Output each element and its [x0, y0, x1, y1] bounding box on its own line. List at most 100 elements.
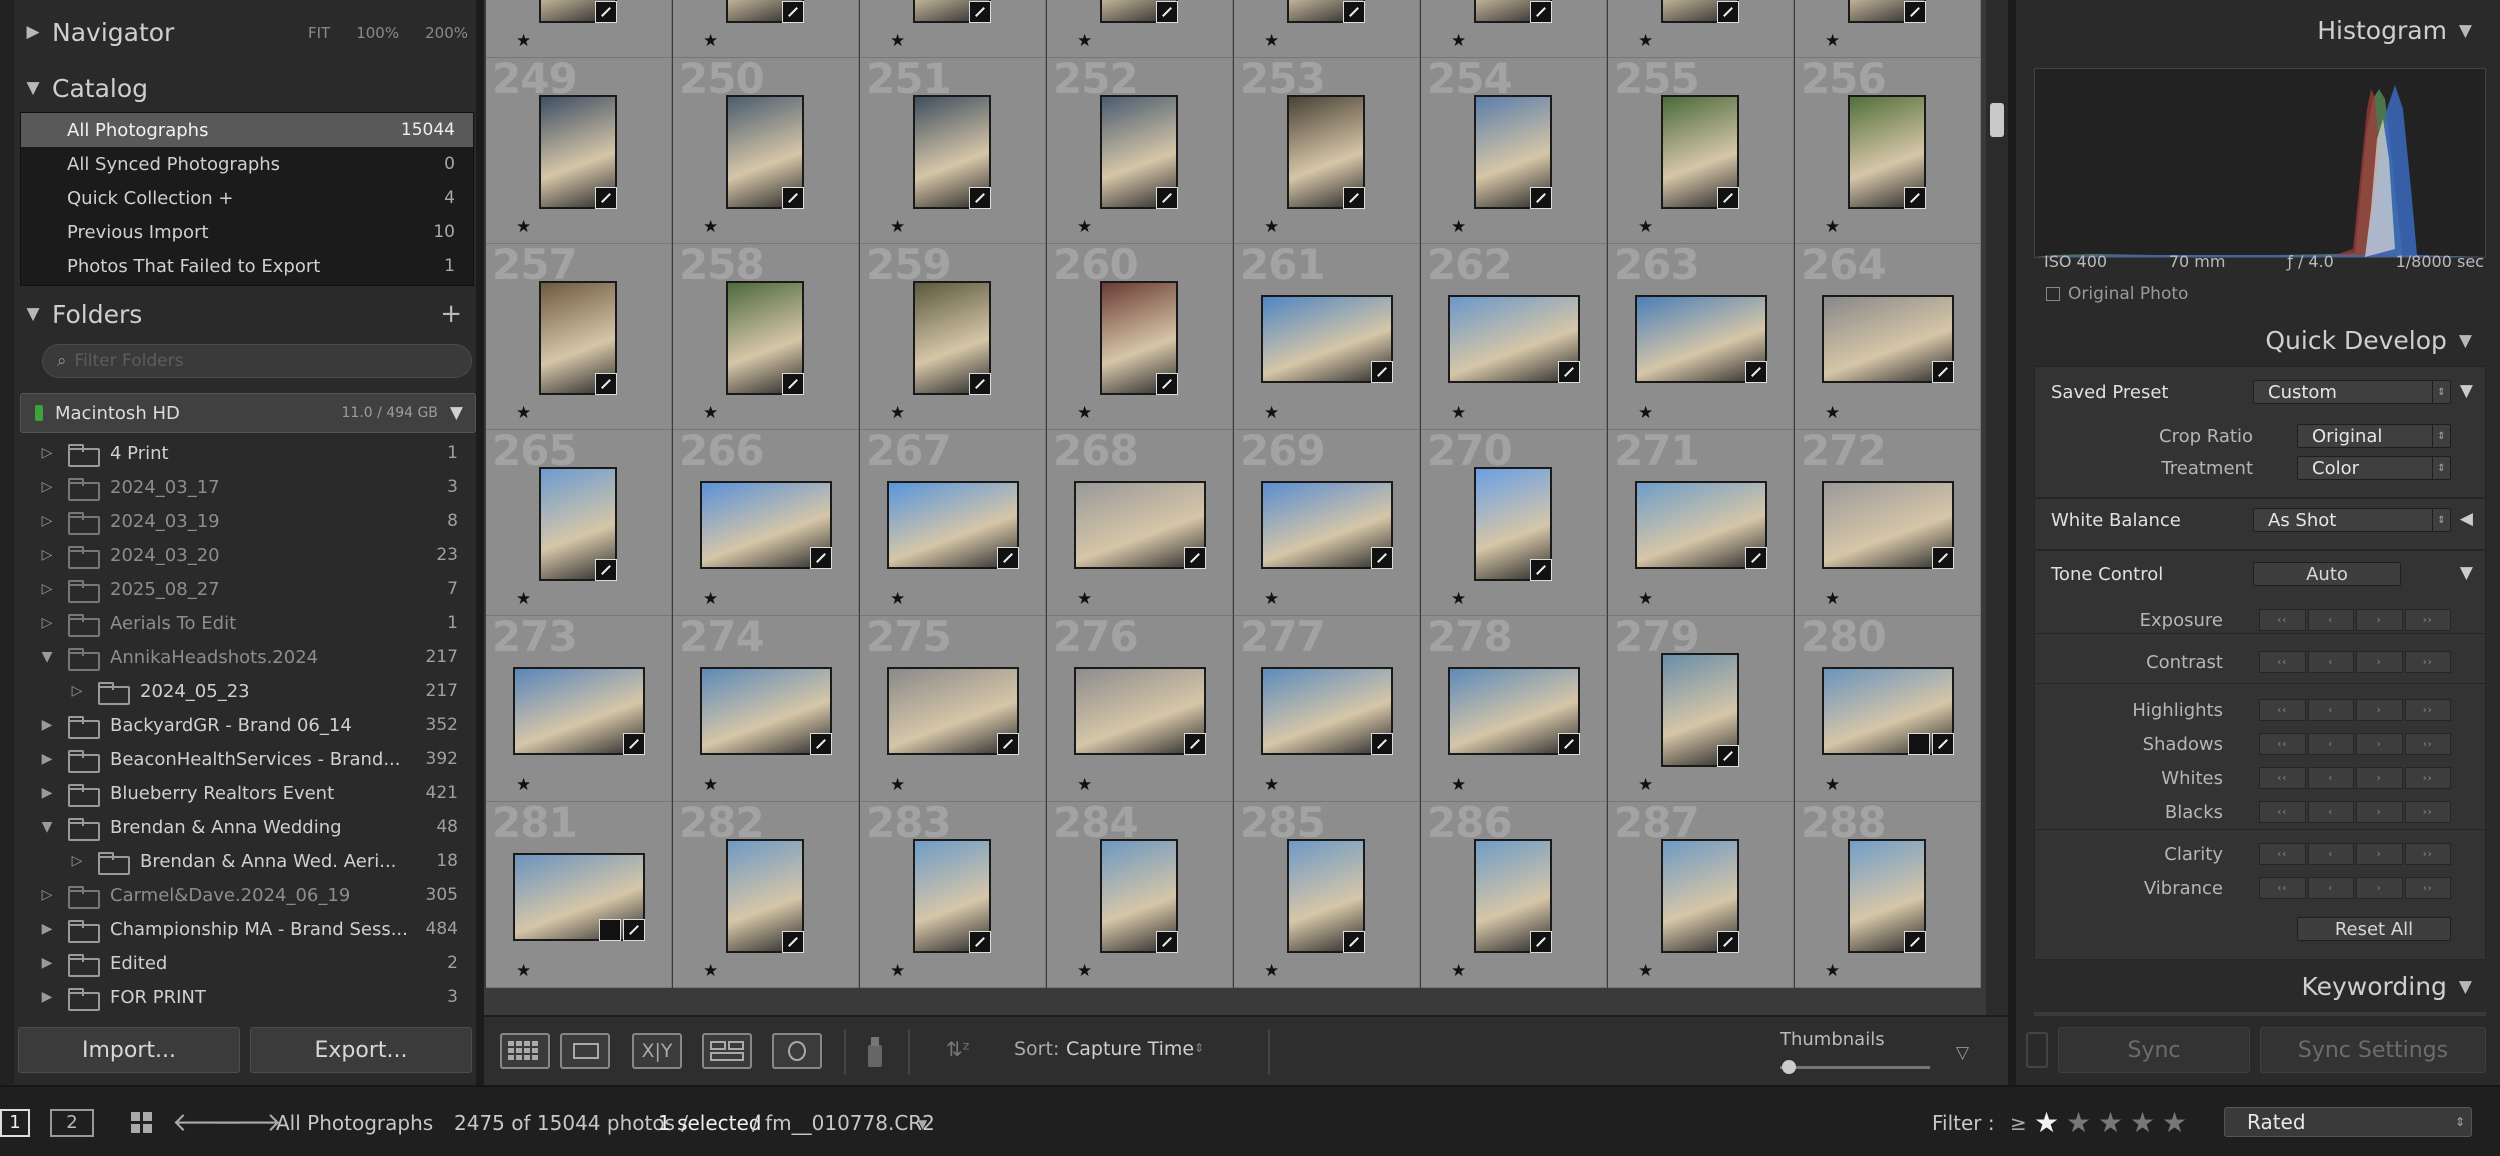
edited-badge-icon[interactable] [969, 187, 991, 209]
star-rating-icon[interactable]: ★ [1825, 961, 1840, 981]
tone-stepper[interactable]: ‹‹ ‹ › ›› [2259, 877, 2453, 899]
photo-thumbnail[interactable] [1074, 481, 1206, 569]
filter-star-5-icon[interactable]: ★ [2162, 1106, 2187, 1139]
photo-cell[interactable]: 281 ★ [486, 802, 672, 988]
edited-badge-icon[interactable] [1530, 187, 1552, 209]
photo-cell[interactable]: 274 ★ [673, 616, 859, 802]
filter-star-4-icon[interactable]: ★ [2130, 1106, 2155, 1139]
edited-badge-icon[interactable] [1717, 1, 1739, 23]
photo-thumbnail[interactable] [700, 481, 832, 569]
photo-cell[interactable]: 260 ★ [1047, 244, 1233, 430]
photo-thumbnail[interactable] [1474, 95, 1552, 209]
tone-stepper[interactable]: ‹‹ ‹ › ›› [2259, 843, 2453, 865]
decrease-small-icon[interactable]: ‹ [2307, 801, 2354, 823]
star-rating-icon[interactable]: ★ [1077, 961, 1092, 981]
decrease-large-icon[interactable]: ‹‹ [2259, 767, 2306, 789]
primary-display-button[interactable]: 1 [0, 1109, 30, 1137]
edited-badge-icon[interactable] [782, 931, 804, 953]
edited-badge-icon[interactable] [1717, 187, 1739, 209]
disclosure-triangle-icon[interactable]: ▷ [40, 887, 54, 903]
edited-badge-icon[interactable] [1717, 745, 1739, 767]
edited-badge-icon[interactable] [1558, 361, 1580, 383]
star-rating-icon[interactable]: ★ [516, 961, 531, 981]
star-rating-icon[interactable]: ★ [890, 217, 905, 237]
folder-row[interactable]: ▶ Edited 2 [14, 946, 476, 980]
star-rating-icon[interactable]: ★ [1077, 775, 1092, 795]
increase-large-icon[interactable]: ›› [2404, 609, 2451, 631]
photo-thumbnail[interactable] [1100, 0, 1178, 23]
edited-badge-icon[interactable] [782, 1, 804, 23]
expand-triangle-icon[interactable]: ▼ [14, 78, 52, 98]
folder-row[interactable]: ▷ 2024_03_20 23 [14, 538, 476, 572]
filter-star-3-icon[interactable]: ★ [2098, 1106, 2123, 1139]
photo-cell[interactable]: ★ [673, 0, 859, 58]
star-rating-icon[interactable]: ★ [1638, 403, 1653, 423]
disclosure-triangle-icon[interactable]: ▷ [40, 445, 54, 461]
edited-badge-icon[interactable] [1156, 373, 1178, 395]
increase-large-icon[interactable]: ›› [2404, 733, 2451, 755]
edited-badge-icon[interactable] [623, 919, 645, 941]
edited-badge-icon[interactable] [1530, 1, 1552, 23]
sort-chevron-icon[interactable]: ⇕ [1194, 1041, 1204, 1055]
photo-cell[interactable]: 278 ★ [1421, 616, 1607, 802]
loupe-view-icon[interactable] [560, 1033, 610, 1069]
toolbar-options-icon[interactable]: ▽ [1956, 1043, 1969, 1063]
photo-thumbnail[interactable] [1100, 95, 1178, 209]
photo-cell[interactable]: 263 ★ [1608, 244, 1794, 430]
photo-cell[interactable]: 273 ★ [486, 616, 672, 802]
increase-large-icon[interactable]: ›› [2404, 801, 2451, 823]
increase-large-icon[interactable]: ›› [2404, 699, 2451, 721]
photo-cell[interactable]: ★ [486, 0, 672, 58]
collapse-triangle-icon[interactable]: ▼ [2459, 21, 2472, 41]
zoom-fit-option[interactable]: FIT [308, 24, 330, 42]
edited-badge-icon[interactable] [1745, 547, 1767, 569]
photo-thumbnail[interactable] [1100, 839, 1178, 953]
disclosure-triangle-icon[interactable]: ▷ [40, 479, 54, 495]
photo-thumbnail[interactable] [913, 95, 991, 209]
star-rating-icon[interactable]: ★ [1451, 403, 1466, 423]
photo-cell[interactable]: 258 ★ [673, 244, 859, 430]
increase-large-icon[interactable]: ›› [2404, 877, 2451, 899]
filter-operator[interactable]: ≥ [2010, 1111, 2027, 1135]
star-rating-icon[interactable]: ★ [703, 589, 718, 609]
disclosure-triangle-icon[interactable]: ▶ [40, 921, 54, 937]
increase-large-icon[interactable]: ›› [2404, 651, 2451, 673]
add-folder-button[interactable]: + [440, 299, 462, 329]
collapse-triangle-icon[interactable]: ▼ [2459, 977, 2472, 997]
star-rating-icon[interactable]: ★ [516, 775, 531, 795]
source-breadcrumb[interactable]: All Photographs [276, 1111, 433, 1135]
decrease-small-icon[interactable]: ‹ [2307, 767, 2354, 789]
photo-cell[interactable]: 251 ★ [860, 58, 1046, 244]
increase-large-icon[interactable]: ›› [2404, 767, 2451, 789]
star-rating-icon[interactable]: ★ [1451, 31, 1466, 51]
photo-thumbnail[interactable] [1848, 95, 1926, 209]
left-panel-divider[interactable] [476, 0, 484, 1085]
photo-thumbnail[interactable] [913, 281, 991, 395]
star-rating-icon[interactable]: ★ [1264, 775, 1279, 795]
edited-badge-icon[interactable] [1343, 1, 1365, 23]
star-rating-icon[interactable]: ★ [1825, 31, 1840, 51]
photo-cell[interactable]: 268 ★ [1047, 430, 1233, 616]
photo-thumbnail[interactable] [1822, 667, 1954, 755]
photo-cell[interactable]: 277 ★ [1234, 616, 1420, 802]
folder-row[interactable]: ▼ Brendan & Anna Wedding 48 [14, 810, 476, 844]
folder-row[interactable]: ▷ 2024_03_17 3 [14, 470, 476, 504]
edited-badge-icon[interactable] [1156, 187, 1178, 209]
tone-stepper[interactable]: ‹‹ ‹ › ›› [2259, 767, 2453, 789]
tone-stepper[interactable]: ‹‹ ‹ › ›› [2259, 609, 2453, 631]
edited-badge-icon[interactable] [810, 733, 832, 755]
catalog-item-all-photographs[interactable]: All Photographs 15044 [21, 113, 473, 147]
star-rating-icon[interactable]: ★ [1638, 961, 1653, 981]
folder-row[interactable]: ▷ Aerials To Edit 1 [14, 606, 476, 640]
sync-settings-button[interactable]: Sync Settings [2260, 1027, 2486, 1073]
edited-badge-icon[interactable] [969, 1, 991, 23]
folder-row[interactable]: ▼ AnnikaHeadshots.2024 217 [14, 640, 476, 674]
edited-badge-icon[interactable] [1343, 187, 1365, 209]
histogram-header[interactable]: Histogram ▼ [2317, 16, 2472, 45]
decrease-large-icon[interactable]: ‹‹ [2259, 609, 2306, 631]
photo-cell[interactable]: 256 ★ [1795, 58, 1981, 244]
folder-row[interactable]: ▶ BackyardGR - Brand 06_14 352 [14, 708, 476, 742]
tone-control-triangle-icon[interactable]: ▼ [2460, 563, 2473, 583]
thumbnails-slider[interactable] [1780, 1066, 1930, 1069]
disclosure-triangle-icon[interactable]: ▶ [40, 717, 54, 733]
